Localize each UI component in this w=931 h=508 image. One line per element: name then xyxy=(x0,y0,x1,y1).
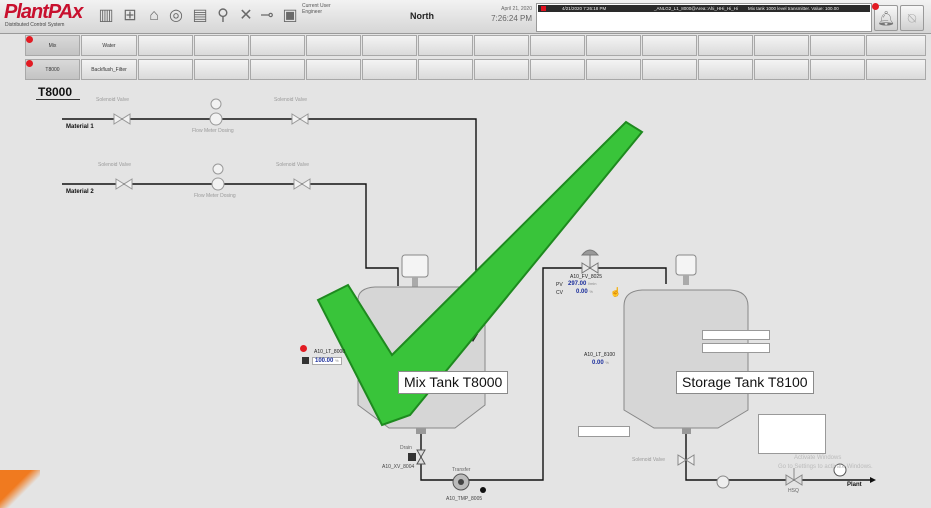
level-tag-storage[interactable]: A10_LT_8100 xyxy=(584,352,615,358)
hand-cursor-icon: ☝ xyxy=(610,287,622,297)
fv-pv-unit: l/min xyxy=(588,281,597,286)
solenoid-valve-4-icon xyxy=(293,178,303,190)
solenoid-valve-right-label: Solenoid Valve xyxy=(632,457,665,463)
fv-cv-unit: % xyxy=(589,289,593,294)
drain-label: Drain xyxy=(400,445,412,451)
corner-logo-icon xyxy=(0,470,40,508)
material-1-label: Material 1 xyxy=(66,124,94,130)
pump-tag[interactable]: A10_TMP_8005 xyxy=(446,496,482,502)
fv-tag[interactable]: A10_FV_8025 xyxy=(570,274,602,280)
flow-meter-2-icon xyxy=(211,177,225,191)
storage-tank-label[interactable]: Storage Tank T8100 xyxy=(676,371,814,394)
solenoid-valve-label: Solenoid Valve xyxy=(98,162,131,168)
level-pv-mix: 100.00 xyxy=(315,358,334,364)
level-value-storage[interactable]: 0.00 % xyxy=(592,360,609,366)
plant-arrow-icon xyxy=(870,477,876,483)
pump-right-icon xyxy=(716,475,730,489)
fv-cv-value[interactable]: 0.00 % xyxy=(576,289,593,295)
drain-valve-tag[interactable]: A10_XV_8004 xyxy=(382,464,414,470)
fv-pv: 297.00 xyxy=(568,281,587,287)
controller-faceplate[interactable] xyxy=(758,414,826,454)
storage-info-box xyxy=(702,343,770,353)
flow-meter-label: Flow Meter Dosing xyxy=(194,193,236,199)
level-tag-mix[interactable]: A10_LT_8000 xyxy=(314,349,345,355)
fv-cv: 0.00 xyxy=(576,289,588,295)
fv-pv-value[interactable]: 297.00 l/min xyxy=(568,281,596,287)
control-valve-icon xyxy=(581,262,591,274)
hsq-label: HSQ xyxy=(788,488,799,494)
level-value-mix[interactable]: 100.00 % xyxy=(312,357,342,365)
level-pv-storage: 0.00 xyxy=(592,360,604,366)
pump-label: Transfer xyxy=(452,467,471,473)
storage-info-box xyxy=(702,330,770,340)
solenoid-valve-label: Solenoid Valve xyxy=(274,97,307,103)
fv-cv-label: CV xyxy=(556,290,563,296)
flow-meter-1-icon xyxy=(209,112,223,126)
windows-watermark-subtitle: Go to Settings to activate Windows. xyxy=(778,464,873,470)
level-alarm-dot xyxy=(300,345,307,352)
level-unit-storage: % xyxy=(605,360,609,365)
material-2-label: Material 2 xyxy=(66,189,94,195)
solenoid-valve-label: Solenoid Valve xyxy=(276,162,309,168)
solenoid-valve-right-icon xyxy=(677,454,687,466)
solenoid-valve-2-icon xyxy=(291,113,301,125)
fv-pv-label: PV xyxy=(556,282,563,288)
solenoid-valve-label: Solenoid Valve xyxy=(96,97,129,103)
windows-watermark-title: Activate Windows xyxy=(794,455,842,461)
hsq-valve-icon xyxy=(785,474,795,486)
solenoid-valve-1-icon xyxy=(113,113,123,125)
level-unit-mix: % xyxy=(335,358,339,363)
level-mode-icon xyxy=(302,357,309,364)
drain-mode-icon xyxy=(408,453,416,461)
mix-tank-label[interactable]: Mix Tank T8000 xyxy=(398,371,509,394)
plant-label: Plant xyxy=(847,482,862,488)
material2-pipe xyxy=(62,183,399,286)
flow-meter-label: Flow Meter Dosing xyxy=(192,128,234,134)
solenoid-valve-3-icon xyxy=(115,178,125,190)
blank-value-box xyxy=(578,426,630,437)
